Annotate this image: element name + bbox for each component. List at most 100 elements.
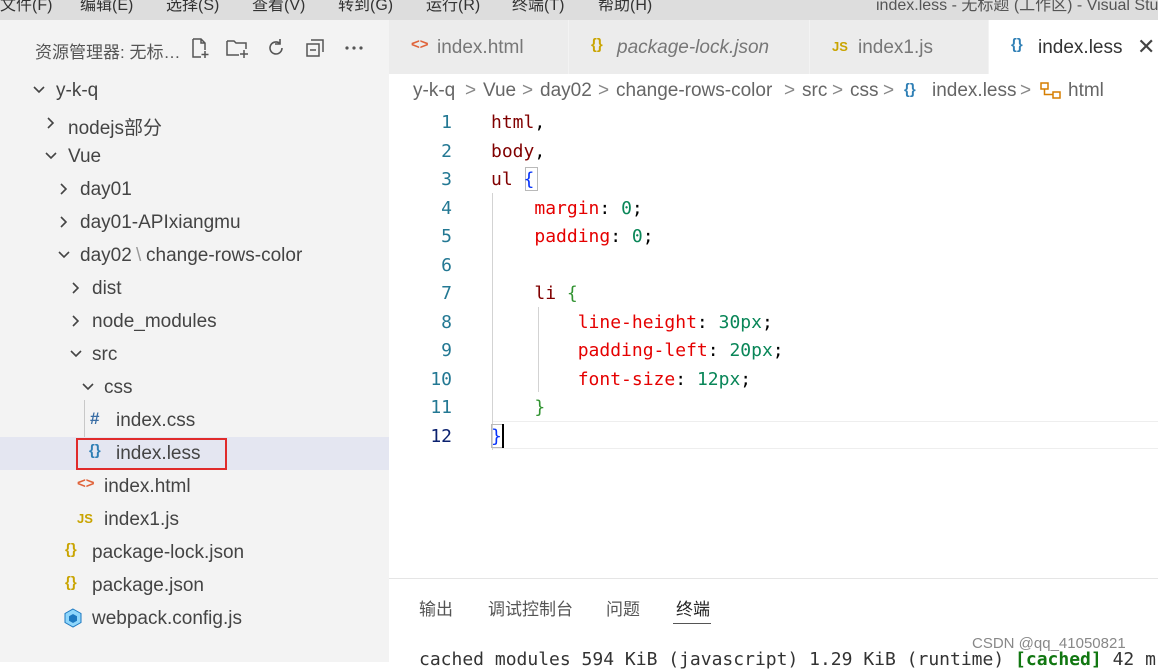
breadcrumb-item[interactable]: src [802,80,827,102]
breadcrumb-item[interactable]: html [1068,80,1104,102]
breadcrumb-item[interactable]: index.less [932,80,1017,102]
panel-tab-output[interactable]: 输出 [419,595,453,620]
code-token: ; [761,311,773,333]
breadcrumb-item[interactable]: change-rows-color [616,80,772,102]
line-text: html, [491,112,545,133]
tree-folder-y-k-q[interactable]: y-k-q [0,74,389,107]
code-token: font-size [577,368,676,390]
line-text: li { [491,283,577,304]
tree-folder-day01-api[interactable]: day01-APIxiangmu [0,206,389,239]
code-editor[interactable]: 1 html, 2 body, 3 ul {4 margin: 0; 5 padding: … [389,108,1158,578]
code-token: } [491,425,502,447]
tree-label: nodejs部分 [68,118,162,139]
braces-icon: {} [65,574,77,591]
tab-index-less[interactable]: {} index.less ✕ [989,20,1158,74]
chevron-down-icon [30,79,48,101]
chevron-right-icon [55,178,73,200]
menu-run[interactable]: 运行(R) [426,0,480,15]
line-number: 7 [441,283,452,304]
line-text: body, [491,141,545,162]
code-token: : [675,368,697,390]
tree-file-index1-js[interactable]: JS index1.js [0,503,389,536]
tree-folder-vue[interactable]: Vue [0,140,389,173]
chevron-right-icon: > [883,80,895,101]
tree-folder-nodejs[interactable]: nodejs部分 [0,107,389,140]
code-token: line-height [577,311,697,333]
tree-folder-dist[interactable]: dist [0,272,389,305]
tree-label: day01 [80,179,132,200]
tree-label: dist [92,278,122,299]
html-icon: <> [77,475,95,492]
tree-file-webpack-config[interactable]: webpack.config.js [0,602,389,635]
tree-file-package-json[interactable]: {} package.json [0,569,389,602]
code-line: 7 li { [389,279,1158,308]
breadcrumb-item[interactable]: Vue [483,80,516,102]
tab-index-html[interactable]: <> index.html [389,20,569,74]
braces-icon: {} [591,36,603,53]
code-line: 12} [389,422,1158,451]
editor-tab-bar: <> index.html {} package-lock.json JS in… [389,20,1158,74]
code-line: 10 font-size: 12px; [389,365,1158,394]
menu-terminal[interactable]: 终端(T) [512,0,564,15]
panel-tab-problems[interactable]: 问题 [606,595,640,620]
new-file-icon[interactable] [186,35,212,61]
tree-label: day02 [80,245,132,266]
menu-bar: 文件(F) 编辑(E) 选择(S) 查看(V) 转到(G) 运行(R) 终端(T… [0,0,1158,20]
menu-edit[interactable]: 编辑(E) [80,0,133,15]
breadcrumb-item[interactable]: day02 [540,80,592,102]
code-token: ; [772,340,784,361]
tree-file-package-lock[interactable]: {} package-lock.json [0,536,389,569]
code-token: li [534,283,557,304]
chevron-right-icon [42,112,60,134]
tree-file-index-css[interactable]: # index.css [0,404,389,437]
tree-file-index-less[interactable]: {} index.less [0,437,389,470]
new-folder-icon[interactable] [224,35,250,61]
menu-go[interactable]: 转到(G) [338,0,393,15]
code-token: : [610,226,632,247]
tree-label: node_modules [92,311,217,332]
tree-label: css [104,377,133,398]
chevron-right-icon: > [598,80,610,101]
chevron-down-icon [67,343,85,365]
code-token: 30px [718,311,762,333]
code-token: ; [631,197,643,219]
breadcrumb-item[interactable]: css [850,80,879,102]
tab-index1-js[interactable]: JS index1.js [810,20,989,74]
menu-view[interactable]: 查看(V) [252,0,305,15]
line-number: 10 [430,368,452,390]
chevron-right-icon: > [522,80,534,101]
html-icon: <> [411,36,429,53]
tree-folder-src[interactable]: src [0,338,389,371]
line-text: } [491,397,545,418]
code-line: 8 line-height: 30px; [389,308,1158,337]
tree-folder-node-modules[interactable]: node_modules [0,305,389,338]
active-tab-indicator [673,623,711,624]
refresh-icon[interactable] [263,35,289,61]
breadcrumb-item[interactable]: y-k-q [413,80,455,102]
tab-package-lock[interactable]: {} package-lock.json [569,20,810,74]
tree-folder-day02[interactable]: day02 \ change-rows-color [0,239,389,272]
tree-label: Vue [68,146,102,167]
braces-icon: {} [1011,36,1023,53]
code-line: 9 padding-left: 20px; [389,336,1158,365]
panel-tab-debug-console[interactable]: 调试控制台 [488,595,573,620]
panel-tab-terminal[interactable]: 终端 [676,595,710,620]
menu-selection[interactable]: 选择(S) [166,0,219,15]
line-number: 2 [441,140,452,162]
tree-label: y-k-q [56,80,99,101]
menu-file[interactable]: 文件(F) [0,0,52,15]
chevron-down-icon [55,244,73,266]
tree-folder-day01[interactable]: day01 [0,173,389,206]
tree-file-index-html[interactable]: <> index.html [0,470,389,503]
more-actions-icon[interactable] [341,35,367,61]
menu-help[interactable]: 帮助(H) [598,0,652,15]
terminal-output[interactable]: cached modules 594 KiB (javascript) 1.29… [419,649,1156,670]
close-icon[interactable]: ✕ [1137,34,1155,60]
braces-icon: {} [65,541,77,558]
tree-folder-css[interactable]: css [0,371,389,404]
tree-label: index.less [116,443,201,464]
collapse-all-icon[interactable] [302,35,328,61]
braces-icon: {} [904,81,916,98]
